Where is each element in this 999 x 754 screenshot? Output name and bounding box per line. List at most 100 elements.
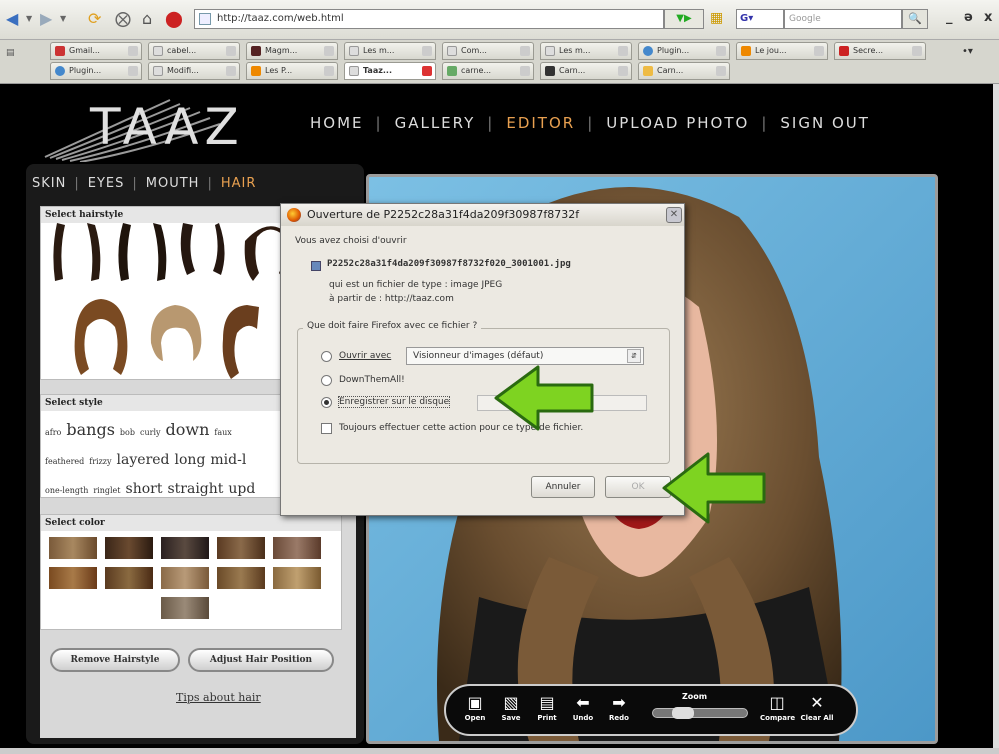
tab-close-icon[interactable]	[520, 46, 530, 56]
style-tag-link[interactable]: down	[166, 417, 210, 443]
color-swatch[interactable]	[217, 567, 265, 589]
tab-taaz[interactable]: Taaz...	[344, 62, 436, 80]
color-swatch[interactable]	[49, 567, 97, 589]
tab-close-icon[interactable]	[324, 46, 334, 56]
tab-modifi[interactable]: Modifi...	[148, 62, 240, 80]
tab-close-icon[interactable]	[128, 66, 138, 76]
save-to-disk-label[interactable]: Enregistrer sur le disque	[337, 396, 451, 408]
style-tag-link[interactable]: short	[126, 476, 163, 497]
tab-magm[interactable]: Magm...	[246, 42, 338, 60]
style-tag-link[interactable]: mid-l	[210, 447, 246, 473]
tab-les-p[interactable]: Les P...	[246, 62, 338, 80]
color-swatch[interactable]	[49, 537, 97, 559]
style-tag-link[interactable]: feathered	[45, 449, 84, 475]
stop-icon[interactable]: ⨂	[115, 10, 131, 28]
back-dropdown-icon[interactable]: ▼	[26, 10, 32, 28]
tab-carne[interactable]: carne...	[442, 62, 534, 80]
downthemall-radio[interactable]	[321, 375, 332, 386]
hairstyle-thumb[interactable]	[47, 221, 107, 283]
style-tag-link[interactable]: long	[175, 447, 206, 473]
search-button-icon[interactable]: 🔍	[902, 9, 928, 29]
close-window-button[interactable]: x	[984, 10, 992, 25]
forward-arrow-icon[interactable]: ▶	[40, 10, 52, 28]
downthemall-label[interactable]: DownThemAll!	[339, 375, 405, 385]
style-tag-link[interactable]: bangs	[66, 417, 115, 443]
hairstyle-thumb[interactable]	[111, 221, 171, 283]
tab-les-m-2[interactable]: Les m...	[540, 42, 632, 60]
nav-sign-out[interactable]: SIGN OUT	[780, 114, 870, 132]
always-do-checkbox[interactable]	[321, 423, 332, 434]
style-tag-link[interactable]: frizzy	[89, 449, 111, 475]
color-swatch[interactable]	[161, 567, 209, 589]
tab-skin[interactable]: SKIN	[32, 176, 66, 191]
tab-close-icon[interactable]	[716, 46, 726, 56]
tab-com[interactable]: Com...	[442, 42, 534, 60]
zoom-slider[interactable]	[652, 707, 748, 719]
tab-close-icon[interactable]	[814, 46, 824, 56]
nav-home[interactable]: HOME	[310, 114, 364, 132]
back-arrow-icon[interactable]: ◀	[6, 10, 18, 28]
adjust-hair-position-button[interactable]: Adjust Hair Position	[188, 648, 334, 672]
forward-dropdown-icon[interactable]: ▼	[60, 10, 66, 28]
search-input[interactable]: Google	[784, 9, 902, 29]
vertical-scrollbar[interactable]	[993, 84, 999, 748]
redo-tool-button[interactable]: ➡ Redo	[602, 692, 636, 722]
open-with-label[interactable]: Ouvrir avec	[339, 351, 391, 361]
home-icon[interactable]: ⌂	[142, 10, 152, 28]
style-tag-link[interactable]: faux	[214, 420, 231, 446]
tab-plugin-2[interactable]: Plugin...	[50, 62, 142, 80]
hairstyle-thumb[interactable]	[217, 303, 277, 383]
nav-editor[interactable]: EDITOR	[506, 114, 575, 132]
tab-close-icon[interactable]	[128, 46, 138, 56]
color-swatch[interactable]	[105, 537, 153, 559]
style-tag-link[interactable]: one-length	[45, 478, 88, 497]
tab-plugin[interactable]: Plugin...	[638, 42, 730, 60]
minimize-button[interactable]: _	[946, 10, 953, 25]
tab-eyes[interactable]: EYES	[88, 176, 125, 191]
reload-icon[interactable]: ⟳	[88, 10, 101, 28]
tab-le-jou[interactable]: Le jou...	[736, 42, 828, 60]
undo-tool-button[interactable]: ⬅ Undo	[566, 692, 600, 722]
search-engine-selector[interactable]: G▾	[736, 9, 784, 29]
style-tag-link[interactable]: bob	[120, 420, 135, 446]
tab-close-icon[interactable]	[422, 46, 432, 56]
style-tag-link[interactable]: straight	[167, 476, 223, 497]
open-with-select[interactable]: Visionneur d'images (défaut) ⇵	[406, 347, 644, 365]
tab-close-icon[interactable]	[912, 46, 922, 56]
tab-close-icon[interactable]	[520, 66, 530, 76]
print-tool-button[interactable]: ▤ Print	[530, 692, 564, 722]
tips-about-hair-link[interactable]: Tips about hair	[176, 691, 261, 704]
tab-secre[interactable]: Secre...	[834, 42, 926, 60]
color-swatch[interactable]	[273, 567, 321, 589]
style-tag-link[interactable]: afro	[45, 420, 61, 446]
color-swatch[interactable]	[161, 597, 209, 619]
tab-carn-2[interactable]: Carn...	[638, 62, 730, 80]
tab-close-icon[interactable]	[716, 66, 726, 76]
save-tool-button[interactable]: ▧ Save	[494, 692, 528, 722]
style-tag-link[interactable]: layered	[117, 447, 170, 473]
remove-hairstyle-button[interactable]: Remove Hairstyle	[50, 648, 180, 672]
hairstyle-thumb[interactable]	[175, 221, 235, 283]
tab-close-icon[interactable]	[618, 46, 628, 56]
tab-list-icon[interactable]: ▤	[6, 48, 15, 58]
tab-close-icon[interactable]	[226, 66, 236, 76]
cancel-button[interactable]: Annuler	[531, 476, 595, 498]
nav-gallery[interactable]: GALLERY	[395, 114, 476, 132]
color-swatch[interactable]	[105, 567, 153, 589]
hairstyle-thumb[interactable]	[145, 303, 205, 373]
hairstyle-thumb[interactable]	[71, 297, 131, 377]
dialog-close-button[interactable]: ✕	[666, 207, 682, 223]
color-swatch[interactable]	[161, 537, 209, 559]
tab-les-m[interactable]: Les m...	[344, 42, 436, 60]
clear-all-tool-button[interactable]: ✕ Clear All	[800, 692, 834, 722]
open-tool-button[interactable]: ▣ Open	[458, 692, 492, 722]
tab-gmail[interactable]: Gmail...	[50, 42, 142, 60]
open-with-radio[interactable]	[321, 351, 332, 362]
tab-cabel[interactable]: cabel...	[148, 42, 240, 60]
color-swatch[interactable]	[273, 537, 321, 559]
style-tag-link[interactable]: curly	[140, 420, 161, 446]
tab-carn[interactable]: Carn...	[540, 62, 632, 80]
bookmarks-icon[interactable]: ▦	[710, 10, 723, 26]
style-tag-link[interactable]: ringlet	[93, 478, 120, 497]
save-to-disk-radio[interactable]	[321, 397, 332, 408]
